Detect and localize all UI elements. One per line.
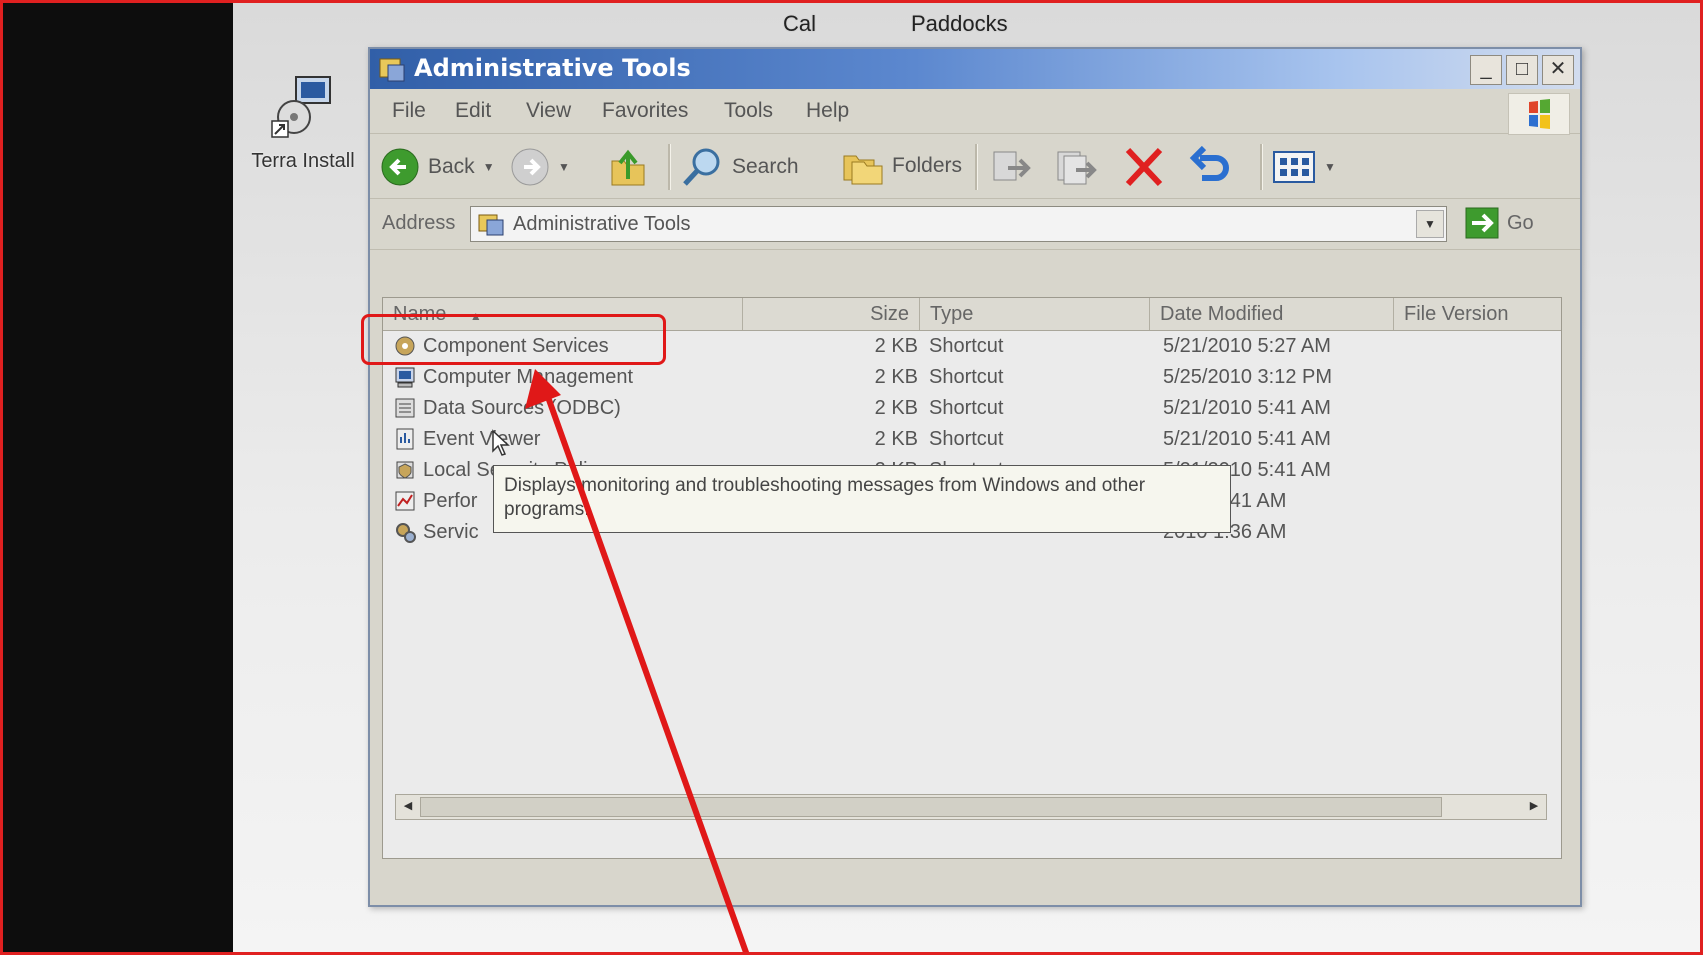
screenshot-frame: Cal Paddocks Terra Install Administrativ… — [0, 0, 1703, 955]
annotation-arrow — [525, 369, 750, 952]
